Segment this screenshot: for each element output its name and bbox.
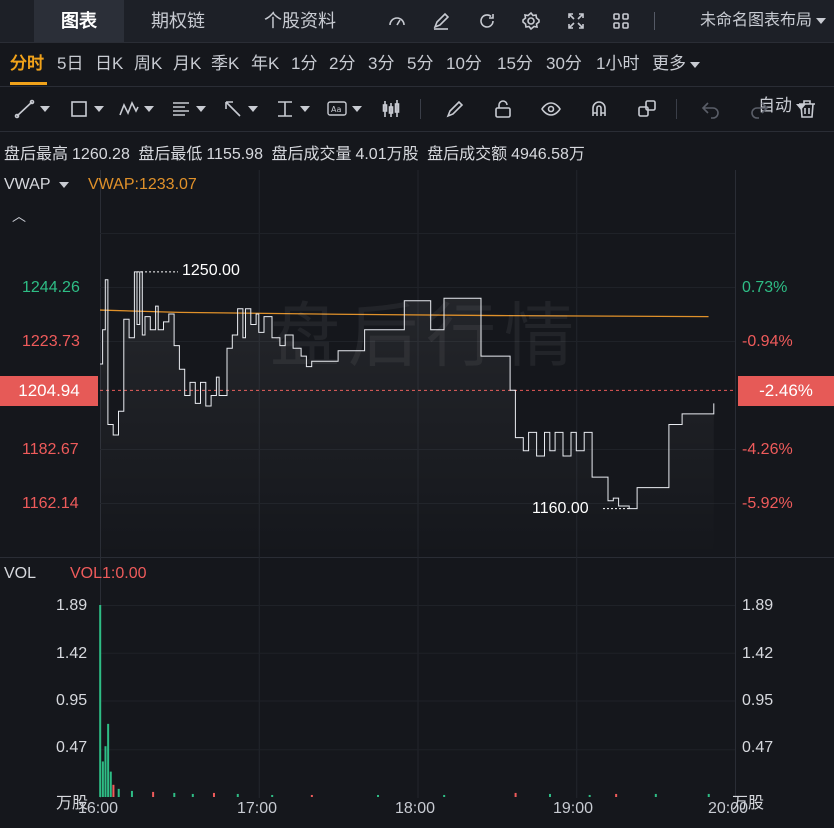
price-axis-label: 1223.73 [22, 333, 80, 350]
low-annotation: 1160.00 [532, 500, 589, 517]
volume-bar [707, 793, 710, 797]
volume-indicator-value: VOL1:0.00 [70, 565, 147, 582]
time-axis-label: 18:00 [395, 800, 436, 817]
vwap-value: VWAP:1233.07 [88, 176, 197, 193]
volume-bar [107, 723, 110, 797]
volume-bar [615, 793, 618, 797]
time-axis-label: 16:00 [78, 800, 119, 817]
price-chart[interactable] [0, 0, 834, 828]
grid-line [100, 605, 735, 606]
indicator-name: VWAP [4, 176, 51, 193]
volume-bar [101, 761, 104, 797]
volume-bar [588, 794, 591, 797]
volume-axis-label: 0.95 [742, 692, 774, 709]
volume-axis-label: 1.42 [56, 645, 88, 662]
volume-bar [104, 746, 107, 797]
current-pct-tag: -2.46% [738, 376, 834, 406]
volume-bar [271, 794, 274, 797]
volume-bar [443, 794, 446, 797]
pct-axis-label: -4.26% [742, 441, 793, 458]
volume-bar [514, 792, 517, 797]
volume-axis-label: 1.42 [742, 645, 774, 662]
volume-bar [112, 784, 115, 797]
volume-bar [654, 793, 657, 797]
volume-axis-label: 1.89 [56, 597, 88, 614]
chevron-down-icon [58, 181, 69, 188]
grid-line [100, 749, 735, 751]
volume-bar [191, 793, 194, 797]
volume-axis-label: 0.47 [742, 739, 774, 756]
price-axis-label: 1182.67 [22, 441, 79, 458]
volume-axis-label: 1.89 [742, 597, 774, 614]
volume-bar [548, 793, 551, 797]
volume-bar [99, 605, 102, 797]
volume-axis-label: 0.95 [56, 692, 88, 709]
price-axis-label: 1244.26 [22, 279, 80, 296]
high-annotation: 1250.00 [182, 262, 240, 279]
volume-bar [236, 793, 239, 797]
volume-indicator-name: VOL [4, 565, 37, 582]
pct-axis-label: 0.73% [742, 279, 788, 296]
volume-bar [310, 794, 313, 797]
volume-bar [212, 792, 215, 797]
volume-bar [130, 790, 133, 797]
time-axis-label: 20:00 [708, 800, 749, 817]
grid-line [100, 700, 735, 702]
volume-bar [173, 792, 176, 797]
grid-line [100, 233, 735, 234]
pct-axis-label: -0.94% [742, 333, 793, 350]
volume-bar [117, 788, 120, 797]
volume-bar [152, 791, 155, 797]
grid-line [735, 170, 736, 798]
collapse-icon[interactable]: ︿ [12, 206, 26, 226]
volume-bar [377, 794, 380, 797]
time-axis-label: 17:00 [237, 800, 278, 817]
current-price-tag: 1204.94 [0, 376, 98, 406]
price-axis-label: 1162.14 [22, 495, 79, 512]
time-axis-label: 19:00 [553, 800, 594, 817]
pct-axis-label: -5.92% [742, 495, 793, 512]
volume-bar [109, 771, 112, 797]
indicator-selector[interactable]: VWAP [4, 176, 69, 194]
grid-line [100, 652, 735, 654]
watermark: 盘后行情 [270, 295, 582, 377]
volume-axis-label: 0.47 [56, 739, 88, 756]
